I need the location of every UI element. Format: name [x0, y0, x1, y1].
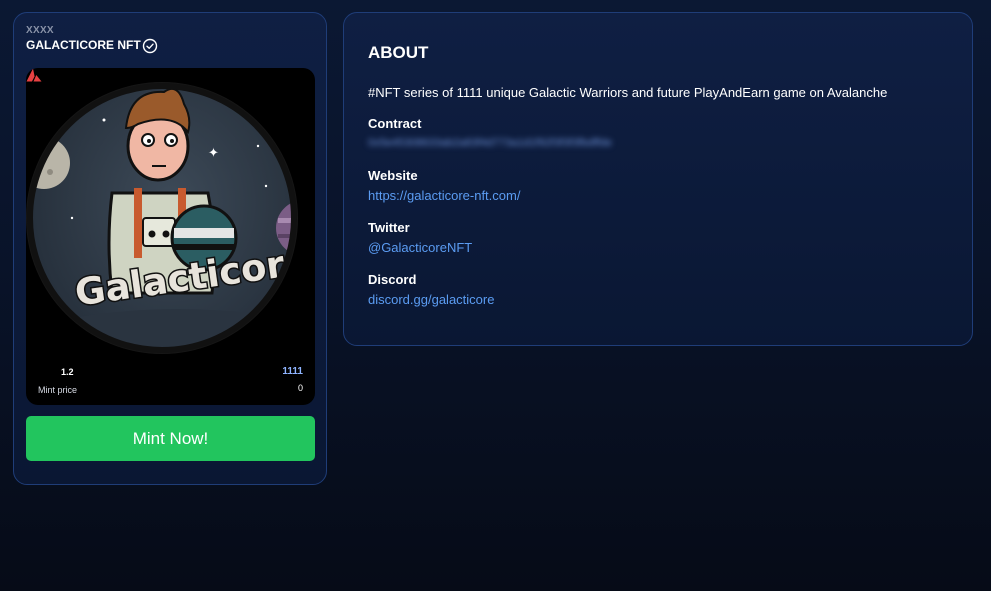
discord-link[interactable]: discord.gg/galacticore	[368, 292, 494, 307]
collection-name: GALACTICORE NFT	[26, 38, 141, 52]
about-title: ABOUT	[368, 43, 429, 62]
about-panel: ABOUT #NFT series of 1111 unique Galacti…	[343, 12, 973, 346]
minted-count: 0	[297, 383, 303, 393]
nft-image-panel[interactable]: ✦ Galacticore 1.2 Mint price 1111 0	[26, 68, 315, 405]
twitter-label: Twitter	[368, 220, 410, 235]
avalanche-icon	[26, 68, 42, 82]
collection-code: XXXX	[26, 25, 54, 36]
mint-price-value: 1.2	[61, 367, 74, 377]
total-supply: 1111	[282, 366, 303, 377]
mint-now-button[interactable]: Mint Now!	[26, 416, 315, 461]
nft-collection-card: XXXX GALACTICORE NFT ✦ Galacticore 1.2 M…	[13, 12, 327, 485]
about-description: #NFT series of 1111 unique Galactic Warr…	[368, 85, 888, 100]
mint-price-label: Mint price	[38, 385, 78, 395]
discord-label: Discord	[368, 272, 417, 287]
check-circle-icon	[142, 38, 158, 54]
nft-artwork-image: ✦ Galacticore	[26, 82, 298, 354]
website-label: Website	[368, 168, 418, 183]
contract-address-link[interactable]: 0x5e45308633ab2a83f4d773a1d1f92f3f3f3fbd…	[368, 137, 612, 149]
svg-text:✦: ✦	[208, 146, 219, 161]
twitter-link[interactable]: @GalacticoreNFT	[368, 240, 472, 255]
website-link[interactable]: https://galacticore-nft.com/	[368, 188, 520, 203]
contract-label: Contract	[368, 116, 422, 131]
